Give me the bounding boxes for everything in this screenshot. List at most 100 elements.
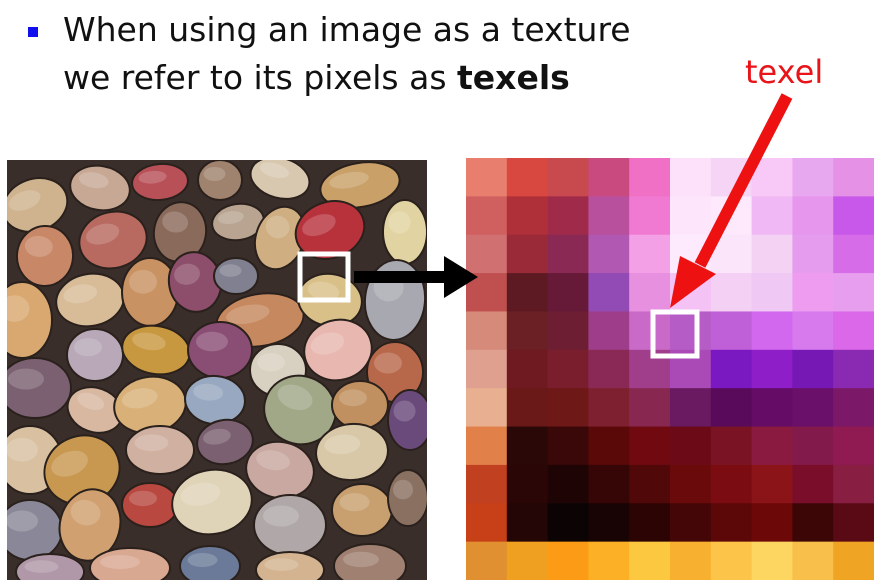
- texel-cell: [629, 196, 671, 236]
- texel-cell: [792, 273, 834, 312]
- pebble-highlight: [393, 479, 413, 500]
- bullet-text-line-1: When using an image as a texture: [63, 10, 631, 49]
- texel-cell: [466, 464, 508, 504]
- texel-cell: [466, 426, 508, 466]
- texel-cell: [629, 311, 671, 351]
- texel-cell: [588, 158, 630, 197]
- texel-cell: [588, 426, 630, 466]
- texel-cell: [506, 234, 549, 274]
- texel-cell: [588, 311, 630, 351]
- texel-cell: [792, 311, 834, 351]
- texel-cell: [466, 273, 508, 312]
- pebble-highlight: [203, 167, 226, 181]
- texel-cell: [547, 388, 589, 428]
- texel-cell: [466, 388, 508, 428]
- texel-cell: [792, 388, 834, 428]
- texel-cell: [670, 196, 712, 236]
- pebbles-image: [7, 160, 427, 580]
- texel-cell: [792, 234, 834, 274]
- texel-cell: [670, 464, 712, 504]
- texel-cell: [588, 196, 630, 236]
- pebble-highlight: [339, 493, 370, 512]
- texel-cell: [547, 426, 589, 466]
- texel-cell: [466, 234, 508, 274]
- texel-cell: [506, 464, 549, 504]
- texel-cell: [751, 273, 793, 312]
- texel-cell: [833, 311, 874, 351]
- pebble-highlight: [219, 264, 242, 277]
- texel-cell: [833, 541, 874, 580]
- pebble-highlight: [74, 338, 102, 357]
- texel-grid-image: [466, 158, 874, 580]
- texel-cell: [670, 388, 712, 428]
- texel-cell: [547, 234, 589, 274]
- texel-cell: [751, 464, 793, 504]
- texel-cell: [629, 388, 671, 428]
- pebble-highlight: [100, 555, 140, 569]
- texel-cell: [629, 503, 671, 543]
- bullet-text-line-2-prefix: we refer to its pixels as: [63, 58, 458, 97]
- texel-cell: [588, 388, 630, 428]
- texel-cell: [547, 158, 589, 197]
- pebble-highlight: [7, 437, 38, 462]
- texel-cell: [792, 503, 834, 543]
- texel-cell: [792, 426, 834, 466]
- texel-cell: [588, 234, 630, 274]
- texel-cell: [670, 503, 712, 543]
- texel-cell: [547, 273, 589, 312]
- texel-cell: [710, 503, 753, 543]
- texel-cell: [710, 349, 753, 389]
- texel-cell: [833, 426, 874, 466]
- texel-cell: [547, 196, 589, 236]
- texel-cell: [629, 426, 671, 466]
- pebble-highlight: [8, 368, 44, 390]
- texel-cell: [466, 349, 508, 389]
- pebble-highlight: [257, 353, 285, 372]
- texel-cell: [506, 273, 549, 312]
- bullet-text-line-2: we refer to its pixels as texels: [63, 58, 570, 98]
- texel-cell: [547, 311, 589, 351]
- texel-cell: [506, 388, 549, 428]
- texel-cell: [710, 196, 753, 236]
- texel-cell: [833, 503, 874, 543]
- texel-cell: [506, 158, 549, 197]
- pebble-highlight: [339, 389, 367, 407]
- pebble-highlight: [7, 510, 38, 532]
- texel-cell: [506, 426, 549, 466]
- texel-cell: [506, 349, 549, 389]
- texel-cell: [751, 388, 793, 428]
- texel-cell: [547, 464, 589, 504]
- texel-cell: [833, 196, 874, 236]
- texel-cell: [670, 426, 712, 466]
- texel-cell: [588, 349, 630, 389]
- texel-cell: [751, 196, 793, 236]
- texel-cell: [710, 388, 753, 428]
- texel-cell: [833, 158, 874, 197]
- texel-cell: [670, 158, 712, 197]
- texel-cell: [833, 349, 874, 389]
- texel-cell: [506, 503, 549, 543]
- texel-cell: [588, 464, 630, 504]
- pebble-highlight: [187, 553, 218, 567]
- texel-cell: [833, 234, 874, 274]
- texel-cell: [547, 349, 589, 389]
- texel-cell: [751, 426, 793, 466]
- pebble-highlight: [263, 505, 299, 527]
- texel-cell: [751, 234, 793, 274]
- texel-cell: [547, 541, 589, 580]
- texel-cell: [466, 311, 508, 351]
- texel-cell: [670, 234, 712, 274]
- texel-cell: [751, 541, 793, 580]
- pebble-highlight: [196, 331, 228, 352]
- texel-cell: [629, 464, 671, 504]
- texel-cell: [751, 158, 793, 197]
- texel-cell: [670, 273, 712, 312]
- pebble-highlight: [343, 551, 379, 568]
- texel-cell: [710, 541, 753, 580]
- pebble: [7, 357, 72, 419]
- texel-cell: [710, 464, 753, 504]
- texel-cell: [833, 464, 874, 504]
- bullet-text-bold-term: texels: [457, 58, 570, 97]
- texel-callout-label: texel: [745, 53, 824, 91]
- texel-cell: [588, 273, 630, 312]
